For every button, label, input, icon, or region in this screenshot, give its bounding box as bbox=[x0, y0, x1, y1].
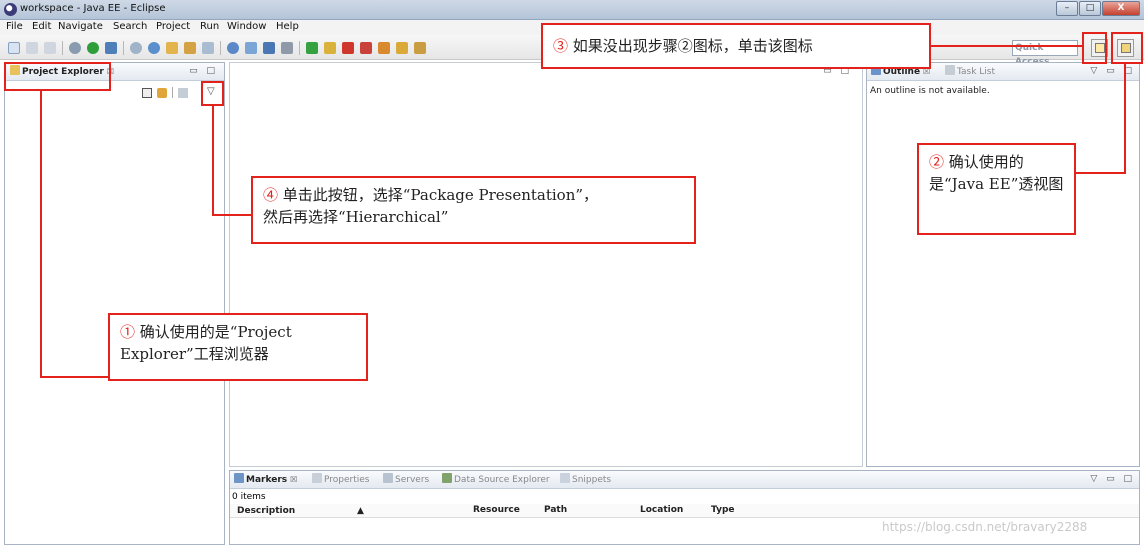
column-type[interactable]: Type bbox=[711, 505, 734, 515]
markers-view-controls[interactable]: ▽ ▭ □ bbox=[1090, 474, 1135, 484]
step-over-icon[interactable] bbox=[396, 41, 408, 54]
save-icon[interactable] bbox=[26, 41, 38, 54]
settings-icon[interactable] bbox=[69, 41, 81, 54]
tab-properties[interactable]: Properties bbox=[312, 473, 369, 488]
menu-window[interactable]: Window bbox=[227, 21, 266, 32]
search-icon[interactable] bbox=[202, 41, 214, 54]
tab-data-source-explorer[interactable]: Data Source Explorer bbox=[442, 473, 550, 488]
step-return-icon[interactable] bbox=[414, 41, 426, 54]
run-icon[interactable] bbox=[87, 41, 99, 54]
tab-markers[interactable]: Markers ☒ bbox=[234, 473, 297, 488]
tab-servers[interactable]: Servers bbox=[383, 473, 429, 488]
callout-1: ① 确认使用的是“Project Explorer”工程浏览器 bbox=[108, 313, 368, 381]
servers-icon bbox=[383, 473, 393, 483]
link-with-editor-icon[interactable] bbox=[157, 87, 167, 98]
project-explorer-view: Project Explorer ☒ ▭ □ ▽ bbox=[4, 62, 225, 545]
menu-search[interactable]: Search bbox=[113, 21, 147, 32]
menu-run[interactable]: Run bbox=[200, 21, 219, 32]
suspend-icon[interactable] bbox=[324, 41, 336, 54]
pin-icon[interactable] bbox=[281, 41, 293, 54]
globe-icon[interactable] bbox=[227, 41, 239, 54]
collapse-all-icon[interactable] bbox=[142, 87, 152, 98]
toolbar-separator bbox=[172, 87, 173, 98]
title-bar: workspace - Java EE - Eclipse – □ X bbox=[0, 0, 1144, 20]
toolbar-separator bbox=[299, 40, 300, 55]
column-location[interactable]: Location bbox=[640, 505, 683, 515]
window-icon[interactable] bbox=[263, 41, 275, 54]
close-tab-icon[interactable]: ☒ bbox=[290, 475, 297, 484]
connector-4-vertical bbox=[212, 105, 214, 216]
column-path[interactable]: Path bbox=[544, 505, 567, 515]
outline-view: Outline ☒ Task List ▽ ▭ □ An outline is n… bbox=[866, 62, 1140, 467]
highlight-java-ee-perspective bbox=[1111, 32, 1143, 64]
callout-3: ③ 如果没出现步骤②图标，单击该图标 bbox=[541, 23, 931, 69]
outline-message: An outline is not available. bbox=[870, 86, 990, 96]
minimize-button[interactable]: – bbox=[1056, 1, 1078, 16]
save-all-icon[interactable] bbox=[44, 41, 56, 54]
close-button[interactable]: X bbox=[1102, 1, 1140, 16]
resume-icon[interactable] bbox=[306, 41, 318, 54]
connector-2-horizontal bbox=[1075, 172, 1126, 174]
markers-icon bbox=[234, 473, 244, 483]
editor-area[interactable]: ▭ □ bbox=[229, 62, 863, 467]
refresh-icon[interactable] bbox=[148, 41, 160, 54]
new-icon[interactable] bbox=[8, 41, 20, 54]
menu-project[interactable]: Project bbox=[156, 21, 190, 32]
quick-access-field[interactable]: Quick Access bbox=[1012, 40, 1078, 67]
data-source-icon bbox=[442, 473, 452, 483]
terminate-icon[interactable] bbox=[342, 41, 354, 54]
connector-4-horizontal bbox=[212, 214, 252, 216]
markers-count: 0 items bbox=[232, 492, 266, 502]
toolbar-icons bbox=[8, 40, 538, 55]
tab-snippets[interactable]: Snippets bbox=[560, 473, 611, 488]
connector-1-vertical bbox=[40, 89, 42, 378]
markers-tabbar: Markers ☒ Properties Servers Data Source … bbox=[230, 471, 1139, 489]
snippets-icon bbox=[560, 473, 570, 483]
disconnect-icon[interactable] bbox=[360, 41, 372, 54]
callout-2: ② 确认使用的是“Java EE”透视图 bbox=[917, 143, 1076, 235]
window-title: workspace - Java EE - Eclipse bbox=[20, 3, 166, 14]
outline-view-controls[interactable]: ▽ ▭ □ bbox=[1090, 66, 1135, 76]
link-icon[interactable] bbox=[245, 41, 257, 54]
focus-icon[interactable] bbox=[178, 87, 188, 98]
eclipse-icon bbox=[4, 3, 17, 16]
connector-2-vertical bbox=[1124, 62, 1126, 174]
watermark: https://blog.csdn.net/bravary2288 bbox=[882, 520, 1088, 534]
menu-help[interactable]: Help bbox=[276, 21, 299, 32]
markers-table-header: Description ▲ Resource Path Location Type bbox=[230, 504, 1139, 518]
menu-edit[interactable]: Edit bbox=[32, 21, 51, 32]
highlight-project-explorer-tab bbox=[4, 62, 111, 91]
toolbar-separator bbox=[62, 40, 63, 55]
maximize-button[interactable]: □ bbox=[1079, 1, 1101, 16]
properties-icon bbox=[312, 473, 322, 483]
debug-icon[interactable] bbox=[105, 41, 117, 54]
window-controls: – □ X bbox=[1056, 1, 1140, 16]
open-type-icon[interactable] bbox=[166, 41, 178, 54]
explorer-toolbar bbox=[142, 87, 188, 98]
server-icon[interactable] bbox=[130, 41, 142, 54]
column-resource[interactable]: Resource bbox=[473, 505, 520, 515]
view-minmax-controls[interactable]: ▭ □ bbox=[189, 66, 218, 76]
toolbar-separator bbox=[123, 40, 124, 55]
menu-navigate[interactable]: Navigate bbox=[58, 21, 103, 32]
sort-arrow-icon: ▲ bbox=[357, 506, 364, 516]
connector-1-horizontal bbox=[40, 376, 110, 378]
folder-icon[interactable] bbox=[184, 41, 196, 54]
callout-4: ④ 单击此按钮，选择“Package Presentation”， 然后再选择“… bbox=[251, 176, 696, 244]
connector-3-horizontal bbox=[929, 45, 1084, 47]
task-list-icon bbox=[945, 65, 955, 75]
menu-file[interactable]: File bbox=[6, 21, 23, 32]
highlight-view-menu bbox=[201, 81, 224, 106]
highlight-open-perspective bbox=[1082, 32, 1107, 64]
tab-task-list[interactable]: Task List bbox=[945, 65, 995, 80]
step-into-icon[interactable] bbox=[378, 41, 390, 54]
toolbar-separator bbox=[220, 40, 221, 55]
